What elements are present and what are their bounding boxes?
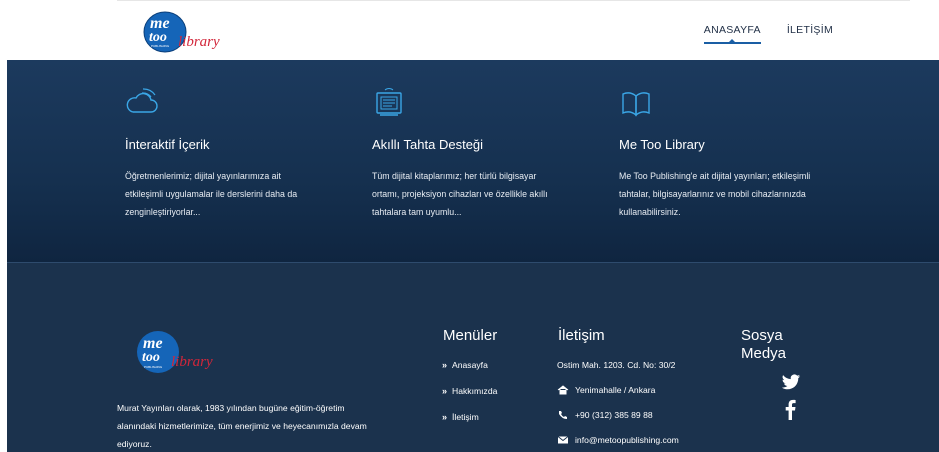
contact-title: İletişim	[558, 327, 605, 344]
nav-anasayfa[interactable]: ANASAYFA	[703, 24, 761, 48]
feature-smartboard: Akıllı Tahta Desteği Tüm dijital kitapla…	[372, 86, 592, 221]
me-too-library-logo[interactable]: me too PUBLISHING library	[140, 8, 240, 54]
menu-item-hakkimizda[interactable]: » Hakkımızda	[442, 384, 497, 398]
feature-description: Me Too Publishing'e ait dijital yayınlar…	[619, 171, 811, 217]
home-icon	[557, 385, 569, 395]
twitter-icon[interactable]	[781, 374, 801, 391]
main-nav: ANASAYFA İLETİŞİM	[703, 24, 833, 48]
footer-menu: » Anasayfa » Hakkımızda » İletişim	[442, 358, 497, 436]
menu-title: Menüler	[443, 327, 498, 344]
site-footer: me too PUBLISHING library Murat Yayınlar…	[7, 263, 939, 452]
logo-too-text: too	[149, 30, 167, 45]
social-title: Sosya Medya	[741, 327, 787, 362]
smartboard-icon	[376, 88, 402, 116]
feature-title: İnteraktif İçerik	[125, 137, 210, 152]
logo-badge-text: PUBLISHING	[151, 44, 170, 48]
about-text: Murat Yayınları olarak, 1983 yılından bu…	[117, 403, 367, 449]
feature-title: Me Too Library	[619, 137, 705, 152]
feature-title: Akıllı Tahta Desteği	[372, 137, 484, 152]
logo-library-text: library	[178, 34, 220, 50]
double-chevron-icon: »	[442, 360, 448, 370]
cloud-icon	[126, 88, 158, 113]
open-book-icon	[622, 92, 650, 117]
site-header: me too PUBLISHING library ANASAYFA İLETİ…	[0, 0, 939, 60]
contact-info: Ostim Mah. 1203. Cd. No: 30/2 Yenimahall…	[557, 358, 679, 452]
menu-item-iletisim[interactable]: » İletişim	[442, 410, 497, 424]
logo-library-text: library	[171, 354, 213, 370]
feature-interactive: İnteraktif İçerik Öğretmenlerimiz; dijit…	[125, 86, 345, 221]
menu-item-anasayfa[interactable]: » Anasayfa	[442, 358, 497, 372]
feature-description: Tüm dijital kitaplarımız; her türlü bilg…	[372, 171, 548, 217]
phone-icon	[559, 411, 567, 419]
double-chevron-icon: »	[442, 386, 448, 396]
logo-too-text: too	[142, 350, 160, 365]
footer-logo[interactable]: me too PUBLISHING library	[134, 325, 234, 379]
feature-description: Öğretmenlerimiz; dijital yayınlarımıza a…	[125, 171, 298, 217]
contact-address: Ostim Mah. 1203. Cd. No: 30/2	[557, 360, 676, 370]
facebook-icon[interactable]	[785, 399, 796, 420]
envelope-icon	[557, 436, 569, 444]
contact-email[interactable]: info@metoopublishing.com	[557, 433, 679, 447]
double-chevron-icon: »	[442, 412, 448, 422]
features-section: İnteraktif İçerik Öğretmenlerimiz; dijit…	[7, 60, 939, 262]
header-divider	[117, 0, 910, 1]
logo-badge-text: PUBLISHING	[144, 365, 163, 369]
contact-phone[interactable]: +90 (312) 385 89 88	[557, 408, 679, 422]
feature-library: Me Too Library Me Too Publishing'e ait d…	[619, 86, 839, 221]
contact-district: Yenimahalle / Ankara	[557, 383, 679, 397]
nav-iletisim[interactable]: İLETİŞİM	[787, 24, 833, 48]
